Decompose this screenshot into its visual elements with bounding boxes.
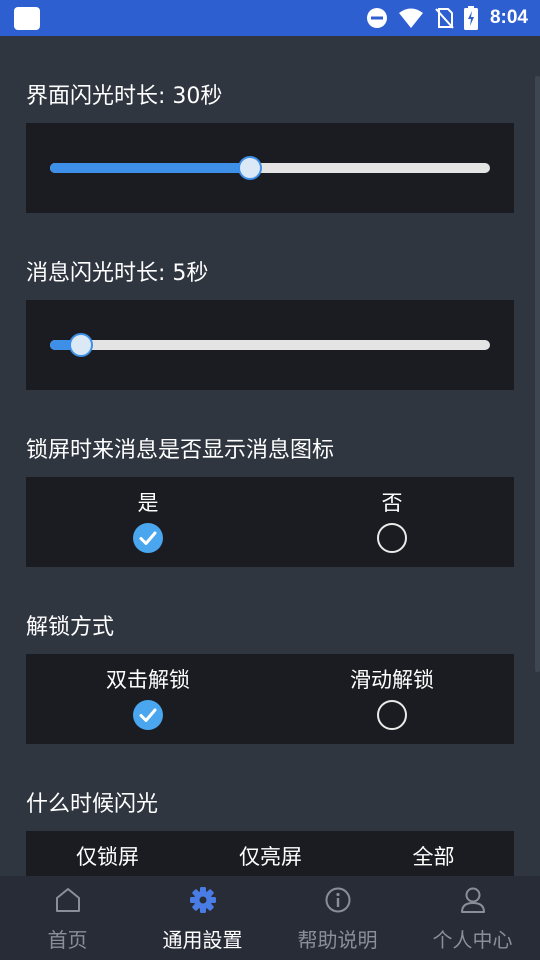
no-sim-icon (435, 8, 454, 29)
lockscreen-icon-options: 是 否 (26, 477, 514, 567)
radio-checked-icon[interactable] (133, 523, 163, 553)
nav-label: 通用設置 (162, 928, 243, 952)
option-no[interactable]: 否 (270, 477, 514, 567)
radio-checked-icon[interactable] (133, 700, 163, 730)
gear-icon (189, 887, 216, 913)
option-all[interactable]: 全部 (352, 831, 515, 876)
option-double-tap-unlock[interactable]: 双击解锁 (26, 654, 270, 744)
option-label: 全部 (412, 845, 455, 869)
screen-flash-slider[interactable] (50, 156, 490, 180)
option-label: 仅亮屏 (239, 845, 302, 869)
flash-when-options: 仅锁屏 仅亮屏 全部 (26, 831, 514, 876)
slider-thumb[interactable] (238, 156, 263, 180)
settings-content[interactable]: 界面闪光时长: 30秒 消息闪光时长: 5秒 锁屏时来消息是否显示消息图标 是 … (0, 36, 540, 876)
option-screen-on-only[interactable]: 仅亮屏 (189, 831, 352, 876)
nav-help[interactable]: 帮助说明 (270, 876, 405, 960)
radio-unchecked-icon[interactable] (377, 700, 407, 730)
unlock-method-options: 双击解锁 滑动解锁 (26, 654, 514, 744)
slider-track (50, 340, 490, 350)
bottom-nav: 首页 通用設置 帮助说明 个人中心 (0, 876, 540, 960)
scrollbar[interactable] (535, 76, 540, 672)
option-swipe-unlock[interactable]: 滑动解锁 (270, 654, 514, 744)
clock: 8:04 (489, 7, 528, 28)
nav-label: 个人中心 (432, 928, 513, 952)
option-yes[interactable]: 是 (26, 477, 270, 567)
screen-flash-panel (26, 123, 514, 213)
battery-charging-icon (463, 6, 478, 30)
nav-general-settings[interactable]: 通用設置 (135, 876, 270, 960)
screen-flash-duration-label: 界面闪光时长: 30秒 (26, 84, 223, 109)
lockscreen-icon-label: 锁屏时来消息是否显示消息图标 (26, 438, 335, 463)
option-label: 是 (137, 491, 159, 515)
user-icon (460, 887, 485, 913)
message-flash-slider[interactable] (50, 333, 490, 357)
slider-fill (50, 163, 251, 173)
flash-when-label: 什么时候闪光 (26, 792, 159, 817)
info-icon (325, 887, 350, 913)
nav-profile[interactable]: 个人中心 (405, 876, 540, 960)
status-icons: 8:04 (366, 0, 528, 36)
home-icon (55, 888, 80, 912)
nav-label: 首页 (47, 928, 88, 952)
option-label: 滑动解锁 (350, 668, 434, 692)
message-flash-panel (26, 300, 514, 390)
unlock-method-label: 解锁方式 (26, 615, 115, 640)
do-not-disturb-icon (366, 8, 387, 28)
status-bar: 8:04 (0, 0, 540, 36)
message-flash-duration-label: 消息闪光时长: 5秒 (26, 261, 209, 286)
radio-unchecked-icon[interactable] (377, 523, 407, 553)
app-notification-icon (14, 7, 40, 30)
nav-label: 帮助说明 (297, 928, 378, 952)
option-lockscreen-only[interactable]: 仅锁屏 (26, 831, 189, 876)
option-label: 仅锁屏 (76, 845, 139, 869)
option-label: 否 (381, 491, 403, 515)
option-label: 双击解锁 (106, 668, 190, 692)
nav-home[interactable]: 首页 (0, 876, 135, 960)
slider-thumb[interactable] (68, 333, 93, 357)
wifi-icon (398, 8, 423, 28)
